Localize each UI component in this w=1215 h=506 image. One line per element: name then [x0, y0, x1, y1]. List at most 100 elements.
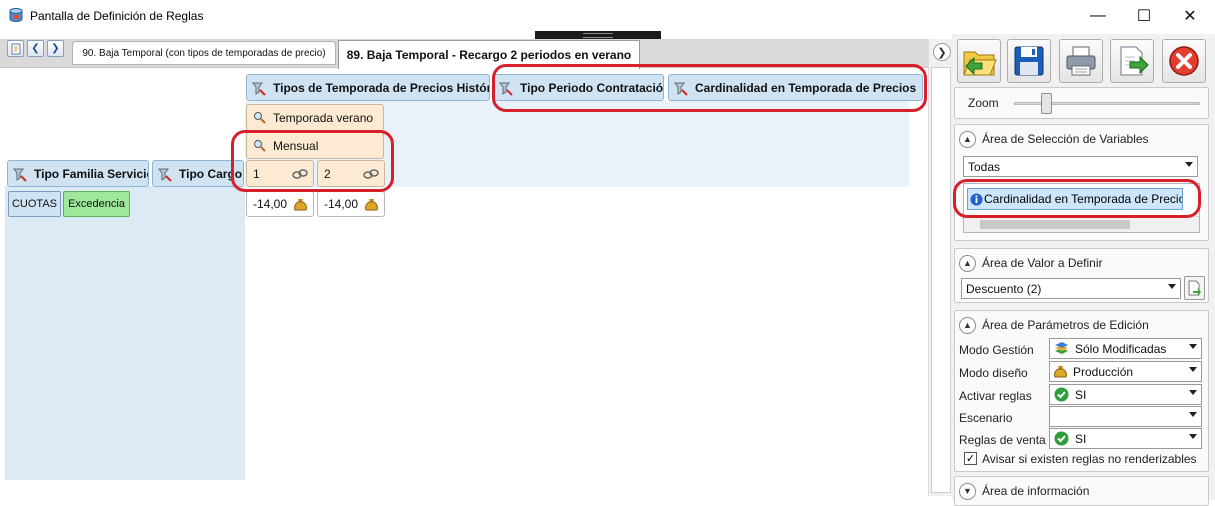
value-cell-1[interactable]: -14,00	[246, 191, 314, 217]
prev-tab-button[interactable]: ❮	[27, 40, 44, 57]
variable-item-label: Cardinalidad en Temporada de Precios	[984, 192, 1183, 206]
variable-item-cardinality[interactable]: Cardinalidad en Temporada de Precios	[967, 188, 1183, 210]
info-title: Área de información	[982, 484, 1090, 498]
variables-hscroll[interactable]	[964, 216, 1199, 232]
value-amount: -14,00	[253, 197, 288, 211]
chevron-left-icon: ❮	[31, 43, 40, 54]
cardinality-cell-1[interactable]: 1	[246, 160, 314, 187]
value-header[interactable]: ▲ Área de Valor a Definir	[959, 253, 1103, 273]
tag-cuotas[interactable]: CUOTAS	[8, 191, 61, 217]
info-header[interactable]: ▼ Área de información	[959, 481, 1089, 501]
chevron-down-icon	[1189, 390, 1197, 395]
header-season-type[interactable]: Tipos de Temporada de Precios Histórica	[246, 74, 490, 101]
variables-list[interactable]: Cardinalidad en Temporada de Precios	[963, 183, 1200, 233]
export-button[interactable]	[1110, 39, 1154, 83]
zoom-slider-thumb[interactable]	[1040, 93, 1052, 114]
tag-excedencia[interactable]: Excedencia	[63, 191, 130, 217]
minimize-button[interactable]: —	[1075, 0, 1121, 31]
chevron-right-icon[interactable]: ❯	[933, 43, 951, 61]
check-mark-icon: ✓	[965, 453, 976, 465]
header-period-type[interactable]: Tipo Periodo Contratación	[493, 74, 664, 101]
header-label: Cardinalidad en Temporada de Precios	[695, 80, 917, 95]
new-tab-button[interactable]	[7, 40, 24, 57]
stack-icon	[1055, 342, 1068, 354]
period-label: Mensual	[273, 138, 319, 153]
warn-checkbox[interactable]: ✓	[964, 452, 977, 465]
window-title: Pantalla de Definición de Reglas	[30, 9, 204, 23]
exit-button[interactable]	[1162, 39, 1206, 83]
params-header[interactable]: ▲ Área de Parámetros de Edición	[959, 315, 1149, 335]
canvas-scrollbar[interactable]: ❯	[928, 39, 954, 496]
header-service-family[interactable]: Tipo Familia Servicio	[7, 160, 149, 187]
param-select-activate[interactable]: SI	[1049, 384, 1202, 405]
chevron-down-icon	[1185, 162, 1193, 167]
tab-rule-90[interactable]: 90. Baja Temporal (con tipos de temporad…	[72, 41, 336, 65]
season-label: Temporada verano	[273, 110, 374, 125]
info-icon	[970, 193, 983, 205]
value-title: Área de Valor a Definir	[982, 256, 1103, 270]
magnifier-icon	[254, 140, 266, 152]
warn-checkbox-label: Avisar si existen reglas no renderizable…	[982, 452, 1197, 466]
season-cell[interactable]: Temporada verano	[246, 104, 384, 131]
export-document-icon	[1120, 46, 1149, 76]
param-select-mode[interactable]: Sólo Modificadas	[1049, 338, 1202, 359]
printer-icon	[1066, 46, 1096, 76]
value-selected: Descuento (2)	[966, 281, 1042, 296]
add-document-icon	[1188, 280, 1201, 296]
tab-rule-89[interactable]: 89. Baja Temporal - Recargo 2 periodos e…	[338, 40, 640, 69]
zoom-label: Zoom	[968, 96, 999, 110]
collapse-down-icon[interactable]: ▼	[959, 482, 976, 500]
floppy-disk-icon	[1014, 46, 1044, 76]
close-window-button[interactable]: ✕	[1167, 0, 1213, 31]
cardinality-value: 1	[253, 166, 260, 181]
next-tab-button[interactable]: ❯	[47, 40, 64, 57]
chevron-down-icon	[1168, 284, 1176, 289]
param-select-sales[interactable]: SI	[1049, 428, 1202, 449]
chevron-down-icon	[1189, 434, 1197, 439]
header-cardinality[interactable]: Cardinalidad en Temporada de Precios	[668, 74, 923, 101]
print-button[interactable]	[1059, 39, 1103, 83]
filter-tool-icon	[252, 82, 266, 96]
param-label-design: Modo diseño	[959, 366, 1028, 380]
magnifier-icon	[254, 112, 266, 124]
variables-header[interactable]: ▲ Área de Selección de Variables	[959, 129, 1149, 149]
open-button[interactable]	[957, 39, 1001, 83]
value-cell-2[interactable]: -14,00	[317, 191, 385, 217]
save-button[interactable]	[1007, 39, 1051, 83]
add-value-button[interactable]	[1184, 276, 1205, 300]
param-value-sales: SI	[1075, 431, 1087, 446]
drag-grip[interactable]	[535, 31, 661, 39]
variables-section: ▲ Área de Selección de Variables Todas C…	[954, 124, 1209, 241]
variables-title: Área de Selección de Variables	[982, 132, 1149, 146]
filter-tool-icon	[158, 168, 172, 182]
zoom-section: Zoom	[954, 87, 1209, 119]
info-section: ▼ Área de información	[954, 476, 1209, 506]
filter-tool-icon	[674, 82, 688, 96]
cardinality-cell-2[interactable]: 2	[317, 160, 385, 187]
close-circle-icon	[1169, 46, 1199, 76]
new-document-icon	[11, 43, 20, 54]
variables-filter-value: Todas	[968, 159, 1001, 174]
cardinality-value: 2	[324, 166, 331, 181]
param-select-scenario[interactable]	[1049, 406, 1202, 427]
variables-filter-select[interactable]: Todas	[963, 156, 1198, 177]
money-bag-icon	[1054, 366, 1067, 378]
maximize-button[interactable]: ☐	[1121, 0, 1167, 31]
param-label-sales: Reglas de venta	[959, 433, 1046, 447]
scroll-thumb[interactable]	[931, 67, 951, 493]
open-folder-icon	[963, 51, 997, 76]
collapse-up-icon[interactable]: ▲	[959, 254, 976, 272]
chevron-down-icon	[1189, 344, 1197, 349]
collapse-up-icon[interactable]: ▲	[959, 130, 976, 148]
value-section: ▲ Área de Valor a Definir Descuento (2)	[954, 248, 1209, 303]
hscroll-thumb[interactable]	[980, 220, 1130, 229]
header-charge-type[interactable]: Tipo Cargo	[152, 160, 244, 187]
rules-window: Pantalla de Definición de Reglas — ☐ ✕ ❮…	[0, 0, 1215, 506]
period-cell[interactable]: Mensual	[246, 132, 384, 159]
param-select-design[interactable]: Producción	[1049, 361, 1202, 382]
collapse-up-icon[interactable]: ▲	[959, 316, 976, 334]
value-select[interactable]: Descuento (2)	[961, 278, 1181, 299]
filter-tool-icon	[13, 168, 27, 182]
param-value-design: Producción	[1073, 364, 1134, 379]
param-value-activate: SI	[1075, 387, 1087, 402]
